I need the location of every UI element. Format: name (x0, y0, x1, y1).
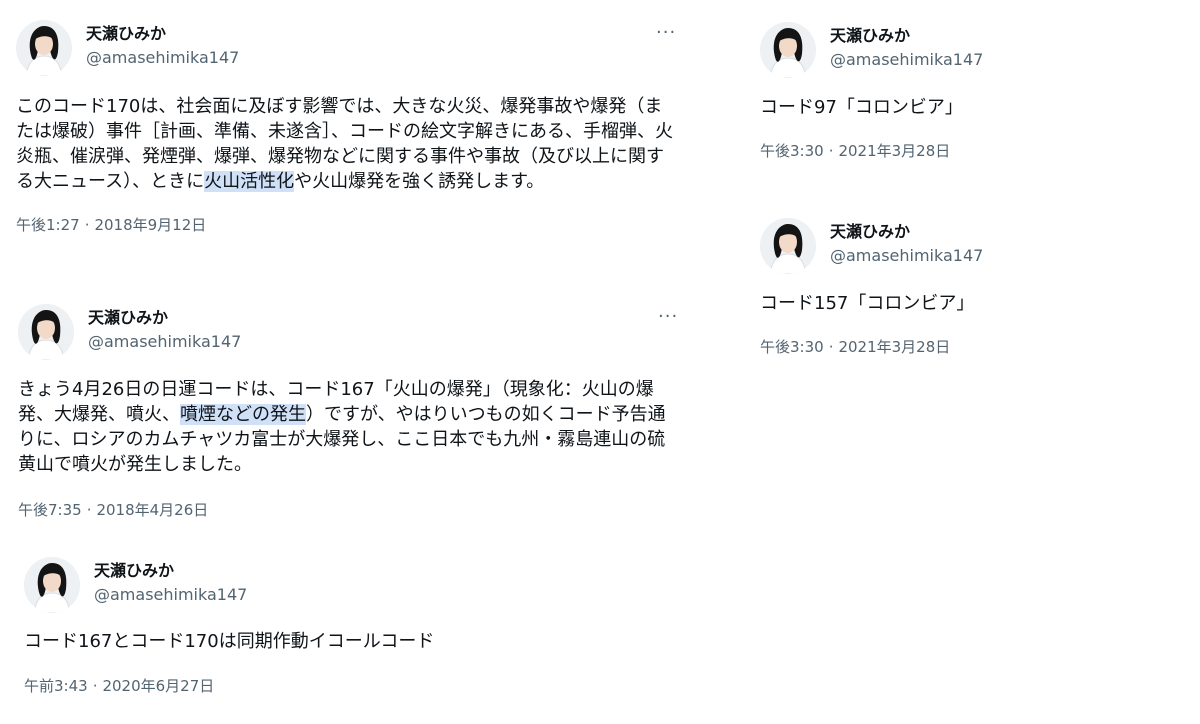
tweet-text-part: や火山爆発を強く誘発します。 (294, 171, 545, 192)
tweet-timestamp[interactable]: 午前3:43 · 2020年6月27日 (24, 676, 664, 696)
user-name[interactable]: 天瀬ひみか (94, 561, 174, 581)
tweet-text: このコード170は、社会面に及ぼす影響では、大きな火災、爆発事故や爆発（または爆… (16, 94, 680, 194)
user-handle[interactable]: @amasehimika147 (86, 48, 239, 68)
avatar[interactable] (16, 20, 72, 76)
tweet-date[interactable]: 2021年3月28日 (838, 142, 950, 160)
avatar[interactable] (760, 22, 816, 78)
user-handle[interactable]: @amasehimika147 (830, 50, 983, 70)
more-options-icon[interactable]: ··· (658, 308, 678, 326)
avatar[interactable] (24, 557, 80, 613)
tweet-card-2[interactable]: 天瀬ひみか @amasehimika147 ··· きょう4月26日の日運コード… (18, 304, 682, 520)
separator-dot: · (828, 338, 834, 356)
tweet-timestamp[interactable]: 午後7:35 · 2018年4月26日 (18, 500, 682, 520)
tweet-time[interactable]: 午後1:27 (16, 216, 80, 234)
tweet-text-highlight: 噴煙などの発生 (180, 404, 306, 425)
tweet-time[interactable]: 午後3:30 (760, 338, 824, 356)
avatar[interactable] (760, 218, 816, 274)
tweet-card-4[interactable]: 天瀬ひみか @amasehimika147 コード97「コロンビア」 午後3:3… (760, 22, 1180, 161)
separator-dot: · (828, 142, 834, 160)
separator-dot: · (86, 501, 92, 519)
user-handle[interactable]: @amasehimika147 (94, 585, 247, 605)
user-name[interactable]: 天瀬ひみか (830, 222, 910, 242)
tweet-text: コード157「コロンビア」 (760, 293, 975, 314)
tweet-text: コード97「コロンビア」 (760, 97, 963, 118)
user-name[interactable]: 天瀬ひみか (86, 24, 166, 44)
tweet-timestamp[interactable]: 午後3:30 · 2021年3月28日 (760, 141, 1180, 161)
separator-dot: · (92, 677, 98, 695)
tweet-time[interactable]: 午後3:30 (760, 142, 824, 160)
tweet-text: きょう4月26日の日運コードは、コード167「火山の爆発」（現象化：火山の爆発、… (18, 377, 682, 477)
tweet-text: コード167とコード170は同期作動イコールコード (24, 631, 435, 652)
tweet-timestamp[interactable]: 午後1:27 · 2018年9月12日 (16, 215, 680, 235)
tweet-date[interactable]: 2018年9月12日 (94, 216, 206, 234)
tweet-card-3[interactable]: 天瀬ひみか @amasehimika147 コード167とコード170は同期作動… (24, 557, 664, 696)
tweet-timestamp[interactable]: 午後3:30 · 2021年3月28日 (760, 337, 1180, 357)
user-name[interactable]: 天瀬ひみか (88, 308, 168, 328)
user-handle[interactable]: @amasehimika147 (830, 246, 983, 266)
tweet-time[interactable]: 午前3:43 (24, 677, 88, 695)
tweet-time[interactable]: 午後7:35 (18, 501, 82, 519)
tweet-card-1[interactable]: 天瀬ひみか @amasehimika147 ··· このコード170は、社会面に… (16, 20, 680, 235)
avatar[interactable] (18, 304, 74, 360)
user-handle[interactable]: @amasehimika147 (88, 332, 241, 352)
separator-dot: · (84, 216, 90, 234)
more-options-icon[interactable]: ··· (656, 24, 676, 42)
tweet-text-highlight: 火山活性化 (204, 171, 295, 192)
tweet-date[interactable]: 2020年6月27日 (102, 677, 214, 695)
tweet-card-5[interactable]: 天瀬ひみか @amasehimika147 コード157「コロンビア」 午後3:… (760, 218, 1180, 357)
tweet-date[interactable]: 2021年3月28日 (838, 338, 950, 356)
user-name[interactable]: 天瀬ひみか (830, 26, 910, 46)
tweet-date[interactable]: 2018年4月26日 (96, 501, 208, 519)
